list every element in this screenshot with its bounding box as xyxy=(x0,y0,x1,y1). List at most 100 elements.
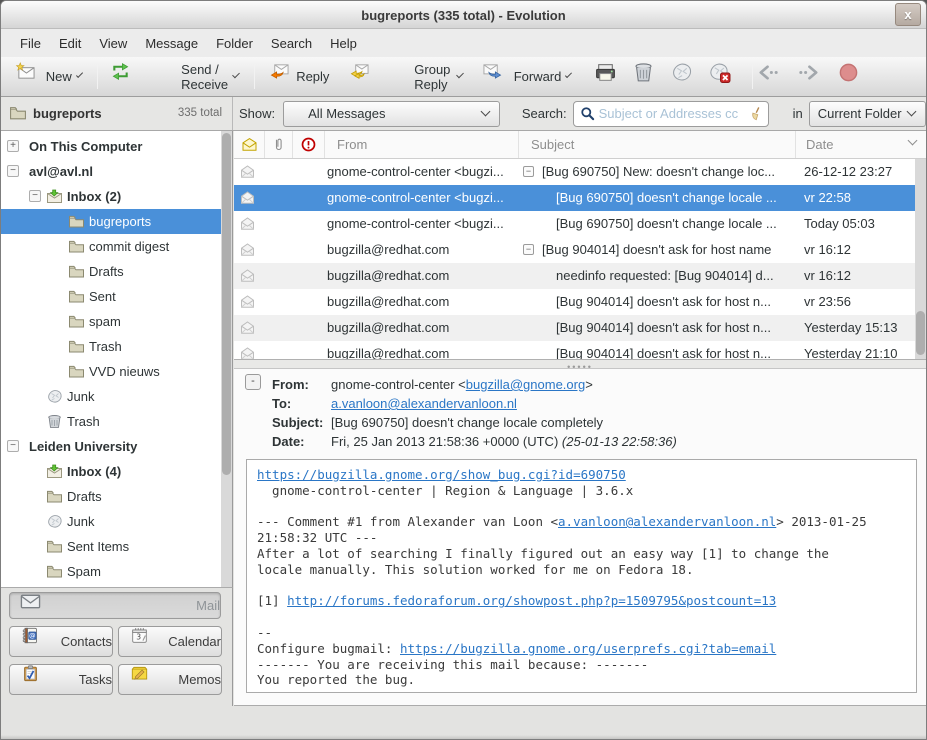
menu-help[interactable]: Help xyxy=(321,32,366,55)
sidebar-item-sent-items[interactable]: Sent Items xyxy=(1,534,232,559)
send-receive-button[interactable]: Send / Receive xyxy=(102,62,246,92)
reply-button[interactable]: Reply xyxy=(261,62,337,92)
date-column-header[interactable]: Date xyxy=(796,131,927,158)
stop-icon xyxy=(837,62,871,92)
subject-column-header[interactable]: Subject xyxy=(519,131,796,158)
body-text: --- Comment #1 from Alexander van Loon < xyxy=(257,514,558,529)
sidebar-item-inbox-4-[interactable]: Inbox (4) xyxy=(1,459,232,484)
delete-button[interactable] xyxy=(632,62,666,92)
sidebar-item-junk[interactable]: Junk xyxy=(1,509,232,534)
group-reply-button[interactable]: Group Reply xyxy=(341,62,470,92)
status-column-header[interactable] xyxy=(234,131,265,158)
calendar-view-button[interactable]: 3 Calendar xyxy=(118,626,222,657)
sidebar-item-leiden-university[interactable]: −Leiden University xyxy=(1,434,232,459)
from-email-link[interactable]: bugzilla@gnome.org xyxy=(466,377,585,392)
filter-controls: Show: All Messages Search: in Current Fo… xyxy=(233,97,926,130)
thread-collapse-icon[interactable]: − xyxy=(523,166,534,177)
search-input[interactable] xyxy=(599,106,748,121)
scrollbar-thumb[interactable] xyxy=(916,311,925,355)
sidebar-item-drafts[interactable]: Drafts xyxy=(1,484,232,509)
show-label: Show: xyxy=(239,106,275,121)
sidebar-item-drafts[interactable]: Drafts xyxy=(1,259,232,284)
svg-text:3: 3 xyxy=(136,632,141,641)
sidebar-item-bugreports[interactable]: bugreports xyxy=(1,209,232,234)
sidebar-item-spam[interactable]: Spam xyxy=(1,559,232,584)
message-row[interactable]: bugzilla@redhat.com[Bug 904014] doesn't … xyxy=(234,341,926,359)
previous-message-button[interactable] xyxy=(757,62,791,92)
sidebar-item-label: Inbox (4) xyxy=(67,464,121,479)
folder-icon xyxy=(68,314,85,329)
forward-button[interactable]: Forward xyxy=(474,62,578,92)
message-row[interactable]: bugzilla@redhat.com[Bug 904014] doesn't … xyxy=(234,315,926,341)
search-scope-dropdown[interactable]: Current Folder xyxy=(809,101,926,127)
sidebar-item-trash[interactable]: Trash xyxy=(1,409,232,434)
message-row[interactable]: bugzilla@redhat.com−[Bug 904014] doesn't… xyxy=(234,237,926,263)
collapse-icon[interactable]: − xyxy=(7,165,19,177)
message-row[interactable]: bugzilla@redhat.comneedinfo requested: [… xyxy=(234,263,926,289)
body-text: gnome-control-center | Region & Language… xyxy=(257,483,633,498)
window-title: bugreports (335 total) - Evolution xyxy=(1,8,926,23)
memos-view-button[interactable]: Memos xyxy=(118,664,222,695)
toolbar-separator xyxy=(254,65,255,89)
contacts-view-button[interactable]: @ Contacts xyxy=(9,626,113,657)
body-link[interactable]: https://bugzilla.gnome.org/userprefs.cgi… xyxy=(400,641,776,656)
sidebar-item-sent[interactable]: Sent xyxy=(1,284,232,309)
collapse-headers-button[interactable]: - xyxy=(245,374,261,390)
junk-button[interactable] xyxy=(670,62,704,92)
menu-edit[interactable]: Edit xyxy=(50,32,90,55)
sidebar-item-on-this-computer[interactable]: +On This Computer xyxy=(1,134,232,159)
online-status-slider-icon[interactable] xyxy=(13,714,927,740)
collapse-icon[interactable]: − xyxy=(7,440,19,452)
message-read-icon xyxy=(239,190,256,205)
collapse-icon[interactable]: − xyxy=(29,190,41,202)
tasks-view-button[interactable]: Tasks xyxy=(9,664,113,695)
sidebar-item-trash[interactable]: Trash xyxy=(1,334,232,359)
titlebar[interactable]: bugreports (335 total) - Evolution x xyxy=(1,1,926,29)
menu-message[interactable]: Message xyxy=(136,32,207,55)
folder-tree: +On This Computer−avl@avl.nl−Inbox (2)bu… xyxy=(1,131,232,587)
sidebar-item-spam[interactable]: spam xyxy=(1,309,232,334)
sidebar-item-avl-avl-nl[interactable]: −avl@avl.nl xyxy=(1,159,232,184)
sidebar-scrollbar[interactable] xyxy=(221,131,232,587)
message-from: bugzilla@redhat.com xyxy=(327,242,517,257)
menu-folder[interactable]: Folder xyxy=(207,32,262,55)
expand-icon[interactable]: + xyxy=(7,140,19,152)
message-from: bugzilla@redhat.com xyxy=(327,346,517,359)
junk-icon xyxy=(670,62,704,92)
body-link[interactable]: https://bugzilla.gnome.org/show_bug.cgi?… xyxy=(257,467,626,482)
attachment-column-header[interactable] xyxy=(265,131,293,158)
thread-collapse-icon[interactable]: − xyxy=(523,244,534,255)
from-column-header[interactable]: From xyxy=(325,131,519,158)
scrollbar-thumb[interactable] xyxy=(222,133,231,475)
menu-file[interactable]: File xyxy=(11,32,50,55)
sidebar-item-commit-digest[interactable]: commit digest xyxy=(1,234,232,259)
sidebar-item-vvd-nieuws[interactable]: VVD nieuws xyxy=(1,359,232,384)
clear-search-icon[interactable] xyxy=(748,106,763,121)
menu-search[interactable]: Search xyxy=(262,32,321,55)
not-junk-button[interactable] xyxy=(708,62,742,92)
menu-view[interactable]: View xyxy=(90,32,136,55)
message-row[interactable]: gnome-control-center <bugzi...[Bug 69075… xyxy=(234,185,926,211)
close-button[interactable]: x xyxy=(895,3,921,26)
priority-column-header[interactable] xyxy=(293,131,325,158)
mail-view-button[interactable]: Mail xyxy=(9,592,221,619)
sidebar-item-inbox-2-[interactable]: −Inbox (2) xyxy=(1,184,232,209)
body-link[interactable]: a.vanloon@alexandervanloon.nl xyxy=(558,514,776,529)
message-row[interactable]: bugzilla@redhat.com[Bug 904014] doesn't … xyxy=(234,289,926,315)
sidebar-item-junk[interactable]: Junk xyxy=(1,384,232,409)
next-message-button[interactable] xyxy=(797,62,831,92)
stop-button[interactable] xyxy=(837,62,871,92)
body-link[interactable]: http://forums.fedoraforum.org/showpost.p… xyxy=(287,593,776,608)
print-button[interactable] xyxy=(594,62,628,92)
pane-splitter[interactable]: ••••• xyxy=(234,359,926,369)
message-row[interactable]: gnome-control-center <bugzi...−[Bug 6907… xyxy=(234,159,926,185)
message-read-icon xyxy=(239,242,256,257)
show-filter-dropdown[interactable]: All Messages xyxy=(283,101,500,127)
message-read-icon xyxy=(239,268,256,283)
new-button[interactable]: New xyxy=(7,62,89,92)
chevron-down-icon xyxy=(456,71,464,79)
message-row[interactable]: gnome-control-center <bugzi...[Bug 69075… xyxy=(234,211,926,237)
to-email-link[interactable]: a.vanloon@alexandervanloon.nl xyxy=(331,396,517,411)
preview-from-row: From:gnome-control-center <bugzilla@gnom… xyxy=(272,377,593,396)
message-list-scrollbar[interactable] xyxy=(915,159,926,359)
